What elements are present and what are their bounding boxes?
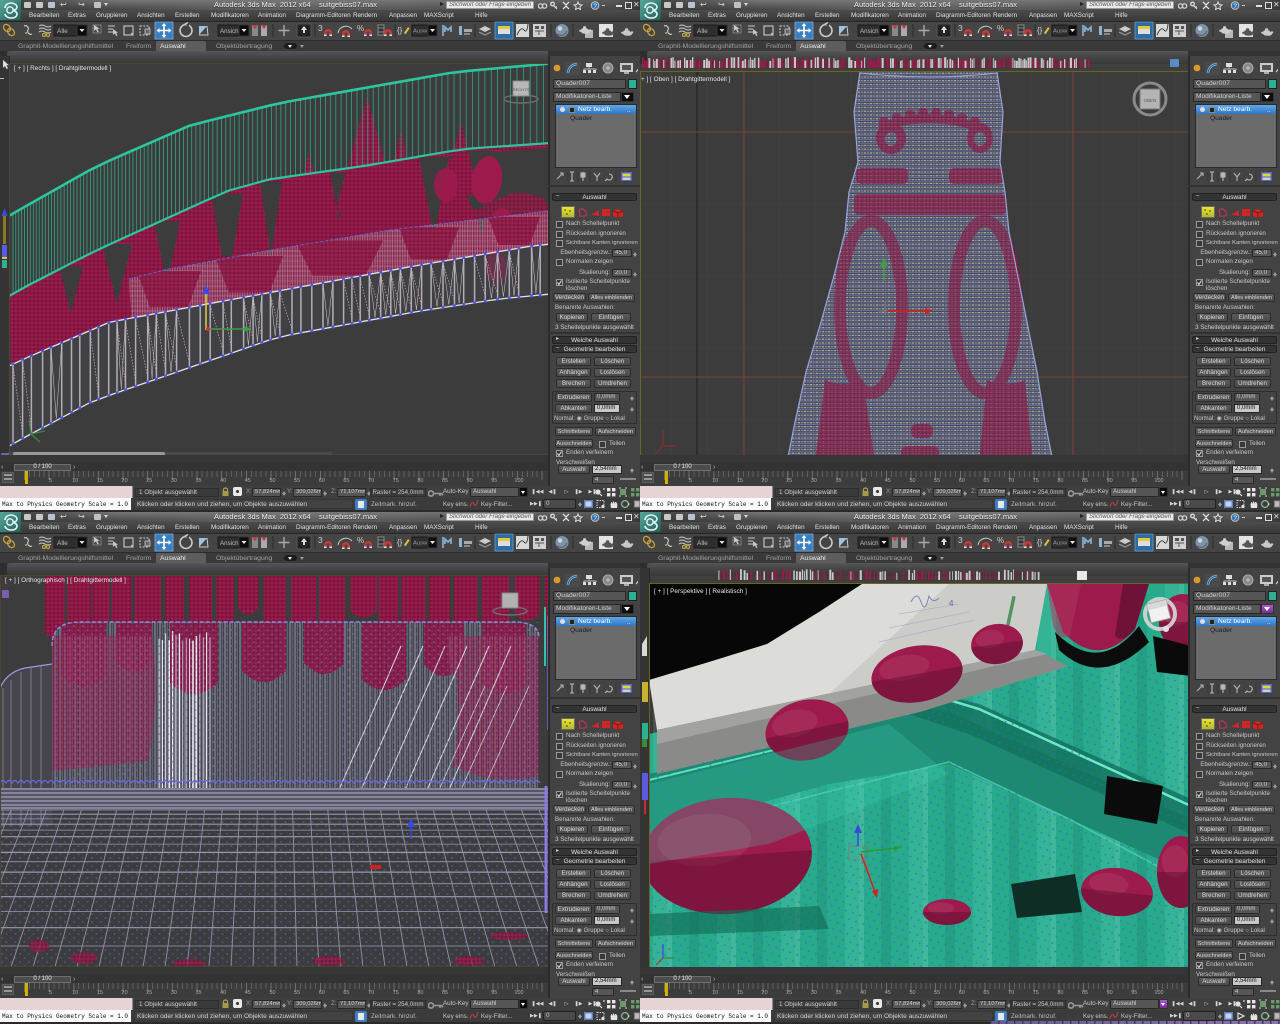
svg-text:{}: {} xyxy=(397,538,403,547)
svg-text:?: ? xyxy=(593,3,597,10)
svg-text:3: 3 xyxy=(318,23,323,33)
svg-text:3: 3 xyxy=(958,23,963,33)
svg-text:{}: {} xyxy=(1037,26,1043,35)
svg-text:Alle: Alle xyxy=(697,540,708,547)
svg-text:?: ? xyxy=(593,515,597,522)
svg-text:Ausw: Ausw xyxy=(1053,541,1068,547)
svg-text:{}: {} xyxy=(397,26,403,35)
svg-text:Ansicht: Ansicht xyxy=(860,28,881,35)
svg-text:3: 3 xyxy=(318,535,323,545)
svg-text:Ausw: Ausw xyxy=(1053,29,1068,35)
svg-text:Ansicht: Ansicht xyxy=(220,28,241,35)
svg-text:Alle: Alle xyxy=(57,28,68,35)
svg-text:{}: {} xyxy=(1037,538,1043,547)
svg-text:Ansicht: Ansicht xyxy=(220,540,241,547)
svg-text:%: % xyxy=(357,24,364,33)
svg-text:%: % xyxy=(357,536,364,545)
svg-text:Alle: Alle xyxy=(57,540,68,547)
svg-text:Alle: Alle xyxy=(697,28,708,35)
svg-text:Ausw: Ausw xyxy=(413,29,428,35)
svg-text:Ansicht: Ansicht xyxy=(860,540,881,547)
svg-text:%: % xyxy=(997,24,1004,33)
svg-text:%: % xyxy=(997,536,1004,545)
svg-text:Ausw: Ausw xyxy=(413,541,428,547)
svg-text:3: 3 xyxy=(958,535,963,545)
svg-text:?: ? xyxy=(1233,3,1237,10)
svg-text:?: ? xyxy=(1233,515,1237,522)
